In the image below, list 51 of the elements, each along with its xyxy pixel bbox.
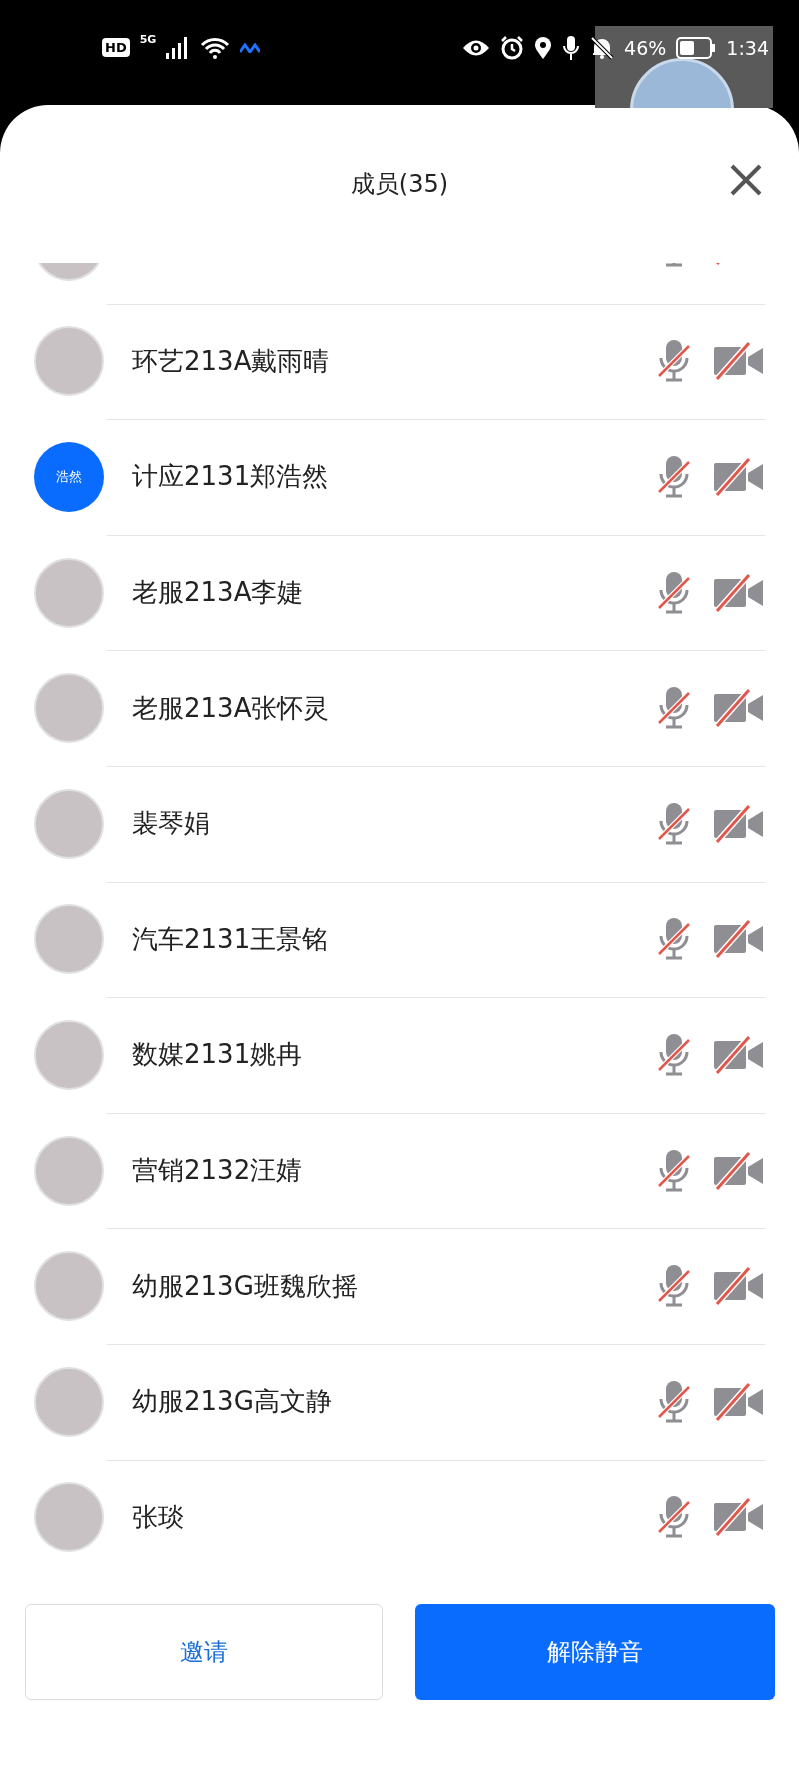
unmute-button[interactable]: 解除静音 bbox=[415, 1604, 775, 1700]
muted-microphone-icon[interactable] bbox=[657, 1031, 691, 1078]
video-off-icon[interactable] bbox=[713, 1498, 765, 1537]
muted-microphone-icon[interactable] bbox=[657, 916, 691, 963]
video-thumbnail[interactable] bbox=[595, 26, 773, 108]
muted-microphone-icon[interactable] bbox=[657, 1263, 691, 1310]
battery-icon bbox=[676, 36, 717, 59]
member-name: 幼服213G班魏欣摇 bbox=[132, 1269, 359, 1303]
network-type-label: 5G bbox=[139, 32, 157, 46]
video-off-icon[interactable] bbox=[713, 1382, 765, 1421]
alarm-icon bbox=[500, 35, 525, 60]
video-off-icon[interactable] bbox=[713, 804, 765, 843]
muted-microphone-icon[interactable] bbox=[657, 685, 691, 732]
member-name: 幼服213G高文静 bbox=[132, 1385, 333, 1419]
video-off-icon[interactable] bbox=[713, 689, 765, 728]
member-name: 营销2132汪婧 bbox=[132, 1154, 304, 1188]
member-name: 张琰 bbox=[132, 1500, 185, 1534]
muted-microphone-icon[interactable] bbox=[657, 800, 691, 847]
microphone-icon bbox=[562, 34, 581, 61]
video-off-icon[interactable] bbox=[713, 1151, 765, 1190]
close-icon[interactable] bbox=[729, 163, 763, 197]
member-name: 汽车2131王景铭 bbox=[132, 922, 330, 956]
video-off-icon[interactable] bbox=[713, 573, 765, 612]
hd-indicator: HD bbox=[102, 38, 130, 57]
video-off-icon[interactable] bbox=[713, 920, 765, 959]
muted-microphone-icon[interactable] bbox=[657, 1378, 691, 1425]
muted-microphone-icon[interactable] bbox=[657, 1494, 691, 1541]
member-name: 老服213A李婕 bbox=[132, 576, 305, 610]
video-off-icon[interactable] bbox=[713, 1035, 765, 1074]
muted-microphone-icon[interactable] bbox=[657, 1147, 691, 1194]
video-off-icon[interactable] bbox=[713, 342, 765, 381]
invite-button[interactable]: 邀请 bbox=[25, 1604, 383, 1700]
member-name: 环艺213A戴雨晴 bbox=[132, 344, 331, 378]
bell-off-icon bbox=[590, 35, 615, 60]
sheet-title: 成员(35) bbox=[350, 169, 449, 200]
wifi-icon bbox=[200, 36, 231, 59]
video-off-icon[interactable] bbox=[713, 1267, 765, 1306]
member-name: 裴琴娟 bbox=[132, 807, 211, 841]
location-icon bbox=[534, 35, 553, 60]
clock-time: 1:34 bbox=[726, 36, 769, 59]
app-icon bbox=[240, 42, 261, 53]
muted-microphone-icon[interactable] bbox=[657, 569, 691, 616]
member-name: 计应2131郑浩然 bbox=[132, 460, 330, 494]
member-name: 数媒2131姚冉 bbox=[132, 1038, 304, 1072]
muted-microphone-icon[interactable] bbox=[657, 338, 691, 385]
eye-icon bbox=[462, 38, 491, 57]
video-off-icon[interactable] bbox=[713, 458, 765, 496]
battery-percentage: 46% bbox=[624, 36, 667, 59]
muted-microphone-icon[interactable] bbox=[657, 454, 691, 500]
avatar-circle: 浩然 bbox=[34, 442, 104, 512]
member-name: 老服213A张怀灵 bbox=[132, 691, 331, 725]
